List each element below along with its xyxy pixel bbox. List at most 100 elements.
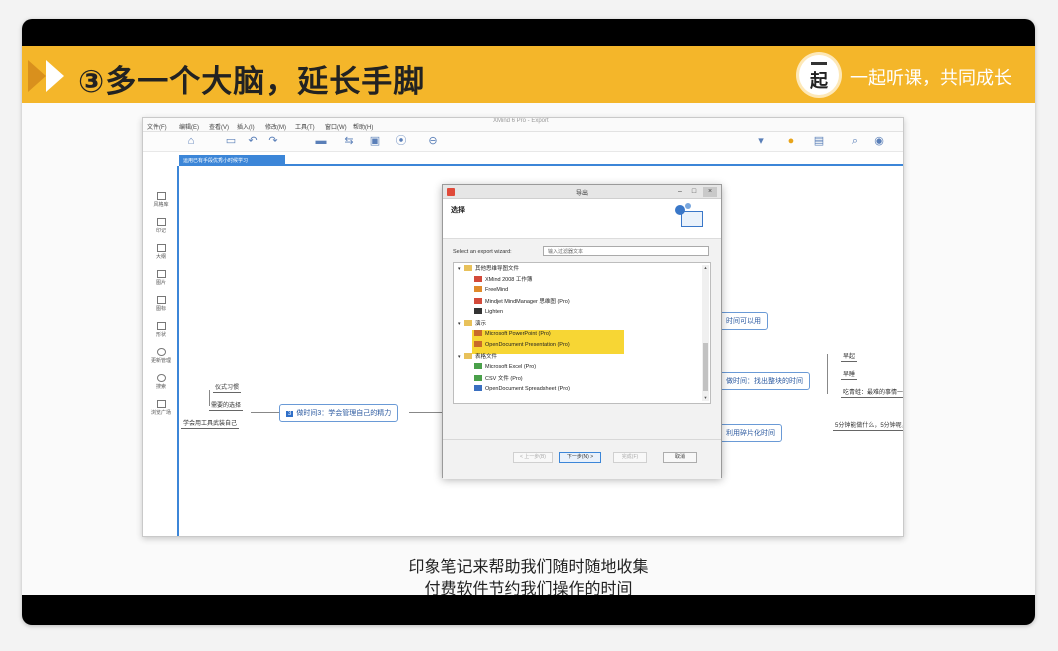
mindmap-node[interactable]: 利用碎片化时间 [719, 424, 782, 442]
folder-icon [464, 265, 472, 271]
csv-icon [474, 375, 482, 381]
lighten-icon [474, 308, 482, 314]
menu-item[interactable]: 查看(V) [209, 122, 229, 131]
close-icon[interactable]: × [703, 187, 717, 197]
letterbox-bottom [22, 595, 1035, 625]
export-wizard-icon [675, 203, 705, 231]
dialog-titlebar: 导出 – □ × [443, 185, 721, 199]
tree-item[interactable]: OpenDocument Presentation (Pro) [474, 341, 570, 352]
tree-item[interactable]: Mindjet MindManager 思维图 (Pro) [474, 297, 570, 308]
menu-item[interactable]: 插入(I) [237, 122, 255, 131]
mindmap-leaf[interactable]: 早睡 [841, 369, 858, 380]
chevron-icon [46, 60, 64, 92]
more-icon[interactable]: ⊖ [427, 135, 439, 147]
next-button[interactable]: 下一步(N) > [559, 452, 601, 463]
menu-item[interactable]: 帮助(H) [353, 122, 373, 131]
back-button[interactable]: < 上一步(B) [513, 452, 553, 463]
letterbox-top [22, 19, 1035, 46]
sidebar-item-browse[interactable]: 浏览广场 [147, 400, 175, 416]
sidebar-item-label: 图标 [155, 306, 166, 312]
sidebar-item-label: 浏览广场 [150, 410, 171, 416]
mindmanager-icon [474, 298, 482, 304]
topic-icon[interactable]: ▬ [315, 135, 327, 147]
video-background: ③多一个大脑，延长手脚 起 一起听课，共同成长 文件(F) 编辑(E) 查看(V… [0, 0, 1058, 651]
finish-button[interactable]: 完成(F) [613, 452, 647, 463]
tree-item[interactable]: OpenDocument Spreadsheet (Pro) [474, 385, 570, 396]
tree-item-label: Lighten [485, 309, 504, 315]
chevron-icon [28, 60, 46, 92]
cancel-button[interactable]: 取消 [663, 452, 697, 463]
tree-item-label: 其他思维导图文件 [475, 266, 520, 272]
mindmap-node[interactable]: 学会用工具武装自己 [181, 418, 240, 429]
tree-item[interactable]: Microsoft PowerPoint (Pro) [474, 330, 551, 341]
connector [251, 412, 279, 413]
maximize-icon[interactable]: □ [687, 187, 701, 197]
undo-icon[interactable]: ↶ [247, 135, 259, 147]
share-icon[interactable]: ◉ [873, 135, 885, 147]
tree-item[interactable]: ▾ 表格文件 [458, 352, 497, 363]
tree-item[interactable]: ▾ 演示 [458, 319, 486, 330]
tree-item[interactable]: Microsoft Excel (Pro) [474, 363, 536, 374]
tree-item[interactable]: Lighten [474, 308, 503, 319]
tree-item-label: XMind 2008 工作簿 [485, 277, 533, 283]
refresh-icon [156, 348, 166, 356]
sidebar-item-label: 风格库 [153, 202, 169, 208]
mindmap-node[interactable]: 时间可以用 [719, 312, 768, 330]
folder-icon [464, 320, 472, 326]
xmind-icon [474, 276, 482, 282]
menu-item[interactable]: 窗口(W) [325, 122, 347, 131]
boundary-icon[interactable]: ▣ [369, 135, 381, 147]
menu-item[interactable]: 修改(M) [265, 122, 286, 131]
brand-slogan: 一起听课，共同成长 [850, 68, 1012, 89]
wizard-filter-input[interactable]: 输入过滤器文本 [543, 246, 709, 256]
tree-item[interactable]: FreeMind [474, 286, 508, 297]
video-frame: ③多一个大脑，延长手脚 起 一起听课，共同成长 文件(F) 编辑(E) 查看(V… [22, 19, 1035, 625]
excel-icon [474, 363, 482, 369]
main-topic[interactable]: 3 做时间3：学会管理自己的精力 [279, 404, 399, 422]
scroll-thumb[interactable] [703, 343, 708, 391]
mindmap-leaf[interactable]: 5分钟能做什么，5分钟呢，5分钟 [833, 420, 903, 431]
tree-item[interactable]: ▾ 其他思维导图文件 [458, 264, 519, 275]
menu-item[interactable]: 编辑(E) [179, 122, 199, 131]
tree-item[interactable]: CSV 文件 (Pro) [474, 374, 523, 385]
sidebar-item-update[interactable]: 更新管理 [147, 348, 175, 364]
mindmap-node[interactable]: 仪式习惯 [213, 382, 242, 393]
mindmap-leaf[interactable]: 吃青蛙：最难的事情一大早 [841, 387, 903, 398]
wizard-tree: ▾ 其他思维导图文件 XMind 2008 工作簿 FreeMind Mindje… [453, 262, 711, 404]
mindmap-leaf[interactable]: 早起 [841, 351, 858, 362]
toolbar: ⌂ ▭ ↶ ↷ ▬ ⇆ ▣ ⦿ ⊖ ▾ ● ▤ ⌕ ◉ [143, 132, 903, 152]
presentation-icon[interactable]: ▾ [755, 135, 767, 147]
tree-item-label: 表格文件 [475, 354, 498, 360]
tree-scrollbar[interactable]: ▲ ▼ [702, 265, 709, 401]
main-topic-label: 做时间3：学会管理自己的精力 [296, 410, 392, 417]
search-icon[interactable]: ⌕ [849, 135, 861, 147]
save-icon[interactable]: ▭ [225, 135, 237, 147]
relationship-icon[interactable]: ⇆ [343, 135, 355, 147]
editor-tab[interactable]: 运用已有手段优秀小时候学习 [179, 155, 285, 165]
scroll-down-icon[interactable]: ▼ [702, 395, 709, 401]
sidebar-item-style[interactable]: 风格库 [147, 192, 175, 208]
summary-icon[interactable]: ⦿ [395, 135, 407, 147]
scroll-up-icon[interactable]: ▲ [702, 265, 709, 271]
mindmap-node[interactable]: 做时间：找出整块的时间 [719, 372, 810, 390]
minimize-icon[interactable]: – [673, 187, 687, 197]
sidebar-item-image[interactable]: 图片 [147, 270, 175, 286]
style-icon [156, 192, 166, 200]
sidebar-item-marker[interactable]: 印记 [147, 218, 175, 234]
lightbulb-icon[interactable]: ● [785, 135, 797, 147]
tree-item[interactable]: XMind 2008 工作簿 [474, 275, 532, 286]
mindmap-node[interactable]: 需要的选择 [209, 400, 244, 411]
sidebar-item-search[interactable]: 搜索 [147, 374, 175, 390]
logo-bar-icon [811, 62, 827, 65]
sidebar-item-outline[interactable]: 大纲 [147, 244, 175, 260]
menu-item[interactable]: 文件(F) [147, 122, 167, 131]
layout-icon[interactable]: ▤ [813, 135, 825, 147]
sidebar-item-shape[interactable]: 形状 [147, 322, 175, 338]
sidebar-item-icons[interactable]: 图标 [147, 296, 175, 312]
home-icon[interactable]: ⌂ [185, 135, 197, 147]
menu-item[interactable]: 工具(T) [295, 122, 315, 131]
redo-icon[interactable]: ↷ [267, 135, 279, 147]
outline-icon [156, 244, 166, 252]
tree-item-label: Microsoft PowerPoint (Pro) [485, 331, 551, 337]
folder-icon [464, 353, 472, 359]
